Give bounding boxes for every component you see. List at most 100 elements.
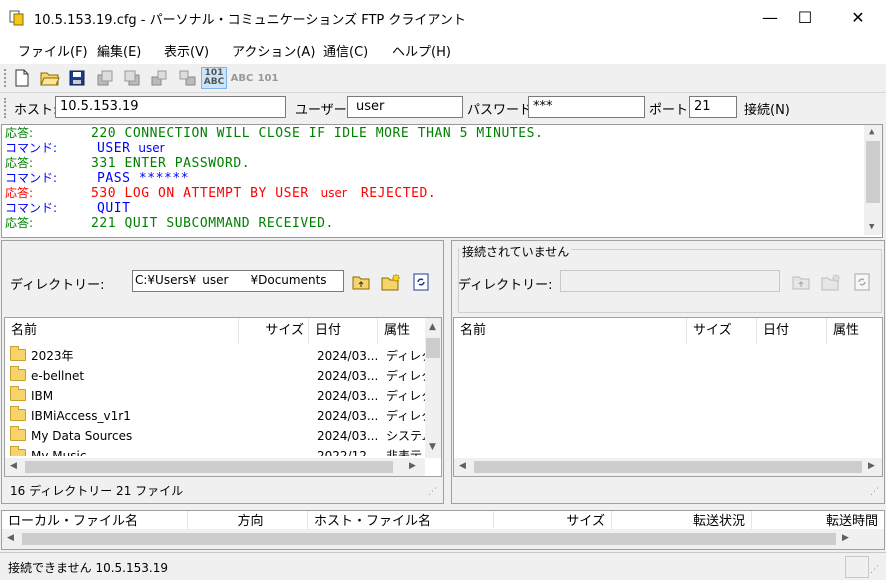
transfer-hscroll-thumb[interactable] <box>22 533 836 545</box>
menu-bar: ファイル(F) 編集(E) 表示(V) アクション(A) 通信(C) ヘルプ(H… <box>0 34 886 65</box>
menu-help[interactable]: ヘルプ(H) <box>392 41 451 60</box>
log-message: 221 QUIT SUBCOMMAND RECEIVED. <box>91 216 334 231</box>
remote-file-list: 名前 サイズ 日付 属性 ◀ ▶ <box>453 317 883 477</box>
scroll-down-icon[interactable]: ▼ <box>429 442 436 452</box>
close-button[interactable]: ✕ <box>835 0 881 34</box>
file-name: e-bellnet <box>31 369 85 383</box>
ascii-mode-icon[interactable]: ABC <box>230 68 254 88</box>
file-date: 2024/03... <box>317 389 379 403</box>
scroll-up-icon[interactable]: ▲ <box>869 127 874 137</box>
col-time[interactable]: 転送時間 <box>752 511 884 529</box>
col-host-file[interactable]: ホスト・ファイル名 <box>308 511 494 529</box>
open-folder-icon[interactable] <box>40 68 60 88</box>
scroll-down-icon[interactable]: ▼ <box>869 222 874 232</box>
menu-view[interactable]: 表示(V) <box>164 41 209 60</box>
col-name[interactable]: 名前 <box>5 318 239 344</box>
ascii-mode-label: ABC <box>230 72 254 84</box>
file-date: 2024/03... <box>317 409 379 423</box>
save-icon[interactable] <box>67 68 87 88</box>
resize-grip-icon: ⋰ <box>428 487 437 497</box>
refresh-icon[interactable] <box>410 271 432 293</box>
download-icon[interactable] <box>122 68 142 88</box>
status-bar: 接続できません 10.5.153.19 ⋰ <box>0 552 886 580</box>
col-size[interactable]: サイズ <box>687 318 757 344</box>
menu-communication[interactable]: 通信(C) <box>323 41 368 60</box>
new-folder-icon[interactable] <box>380 271 402 293</box>
col-attr[interactable]: 属性 <box>827 318 882 344</box>
log-message: USER <box>97 141 131 156</box>
status-panel <box>845 556 869 578</box>
scroll-right-icon[interactable]: ▶ <box>868 461 875 471</box>
port-input[interactable]: 21 <box>689 96 737 118</box>
upload-icon[interactable] <box>95 68 115 88</box>
password-input[interactable]: *** <box>528 96 645 118</box>
log-prefix: 応答: <box>5 216 34 230</box>
col-attr[interactable]: 属性 <box>378 318 428 344</box>
list-item[interactable]: My Data Sources 2024/03... システム, <box>5 426 437 446</box>
log-scroll-thumb[interactable] <box>866 141 880 203</box>
log-prefix: 応答: <box>5 186 34 200</box>
col-size[interactable]: サイズ <box>239 318 309 344</box>
connect-button[interactable]: 接続(N) <box>744 99 790 118</box>
col-date[interactable]: 日付 <box>309 318 378 344</box>
col-direction[interactable]: 方向 <box>188 511 308 529</box>
local-vscroll-thumb[interactable] <box>426 338 440 358</box>
col-local-file[interactable]: ローカル・ファイル名 <box>2 511 188 529</box>
remote-dir-label: ディレクトリー: <box>458 278 553 293</box>
col-size[interactable]: サイズ <box>494 511 612 529</box>
local-hscroll-thumb[interactable] <box>25 461 393 473</box>
scroll-right-icon[interactable]: ▶ <box>409 461 416 471</box>
append-icon[interactable] <box>149 68 169 88</box>
scroll-left-icon[interactable]: ◀ <box>459 461 466 471</box>
file-name: My Data Sources <box>31 429 133 443</box>
local-vscrollbar[interactable]: ▲ ▼ <box>425 318 441 458</box>
log-message: 220 CONNECTION WILL CLOSE IF IDLE MORE T… <box>91 126 544 141</box>
transfer-list: ローカル・ファイル名 方向 ホスト・ファイル名 サイズ 転送状況 転送時間 ◀ … <box>1 510 885 550</box>
user-input[interactable]: user <box>347 96 463 118</box>
auto-mode-label: 101 <box>257 72 279 84</box>
scroll-left-icon[interactable]: ◀ <box>7 533 14 543</box>
password-label: パスワード: <box>467 103 537 118</box>
folder-icon <box>10 446 30 456</box>
file-name: IBM <box>31 389 54 403</box>
log-prefix: 応答: <box>5 126 34 140</box>
col-name[interactable]: 名前 <box>454 318 687 344</box>
log-scrollbar[interactable]: ▲ ▼ <box>864 125 882 235</box>
binary-mode-icon[interactable]: 101 ABC <box>201 67 227 89</box>
transfer-hscrollbar[interactable]: ◀ ▶ <box>2 529 884 549</box>
list-item[interactable]: My Music 2022/12... 非表示 <box>5 446 427 456</box>
col-date[interactable]: 日付 <box>757 318 827 344</box>
remote-hscrollbar[interactable]: ◀ ▶ <box>454 458 882 476</box>
local-dir-input[interactable]: C:¥Users¥ user ¥Documents <box>132 270 344 292</box>
scroll-right-icon[interactable]: ▶ <box>842 533 849 543</box>
log-prefix: 応答: <box>5 156 34 170</box>
binary-mode-sublabel: ABC <box>203 77 225 87</box>
menu-file[interactable]: ファイル(F) <box>18 41 88 60</box>
list-item[interactable]: IBMiAccess_v1r1 2024/03... ディレク <box>5 406 433 426</box>
minimize-icon: — <box>762 7 778 27</box>
log-message: QUIT <box>97 201 131 216</box>
connection-bar: ホスト: 10.5.153.19 ユーザー: user パスワード: *** ポ… <box>0 93 886 123</box>
maximize-button[interactable]: ☐ <box>782 0 828 34</box>
scroll-left-icon[interactable]: ◀ <box>10 461 17 471</box>
list-item[interactable]: e-bellnet 2024/03... ディレク <box>5 366 433 386</box>
log-prefix: コマンド: <box>5 141 58 155</box>
user-label: ユーザー: <box>295 103 352 118</box>
local-hscrollbar[interactable]: ◀ ▶ <box>5 458 425 476</box>
new-file-icon[interactable] <box>12 68 32 88</box>
list-item[interactable]: IBM 2024/03... ディレク <box>5 386 433 406</box>
auto-mode-icon[interactable]: 101 <box>256 68 280 88</box>
list-item[interactable]: 2023年 2024/03... ディレク <box>5 346 433 366</box>
window-title: 10.5.153.19.cfg - パーソナル・コミュニケーションズ FTP ク… <box>34 13 466 28</box>
menu-action[interactable]: アクション(A) <box>232 41 315 60</box>
receive-icon[interactable] <box>177 68 197 88</box>
title-bar: 10.5.153.19.cfg - パーソナル・コミュニケーションズ FTP ク… <box>0 0 886 34</box>
parent-dir-icon[interactable] <box>350 271 372 293</box>
col-status[interactable]: 転送状況 <box>612 511 752 529</box>
host-input[interactable]: 10.5.153.19 <box>55 96 286 118</box>
remote-hscroll-thumb[interactable] <box>474 461 862 473</box>
file-date: 2024/03... <box>317 349 379 363</box>
menu-edit[interactable]: 編集(E) <box>97 41 141 60</box>
log-line: コマンド: QUIT <box>5 201 131 216</box>
scroll-up-icon[interactable]: ▲ <box>429 322 436 332</box>
